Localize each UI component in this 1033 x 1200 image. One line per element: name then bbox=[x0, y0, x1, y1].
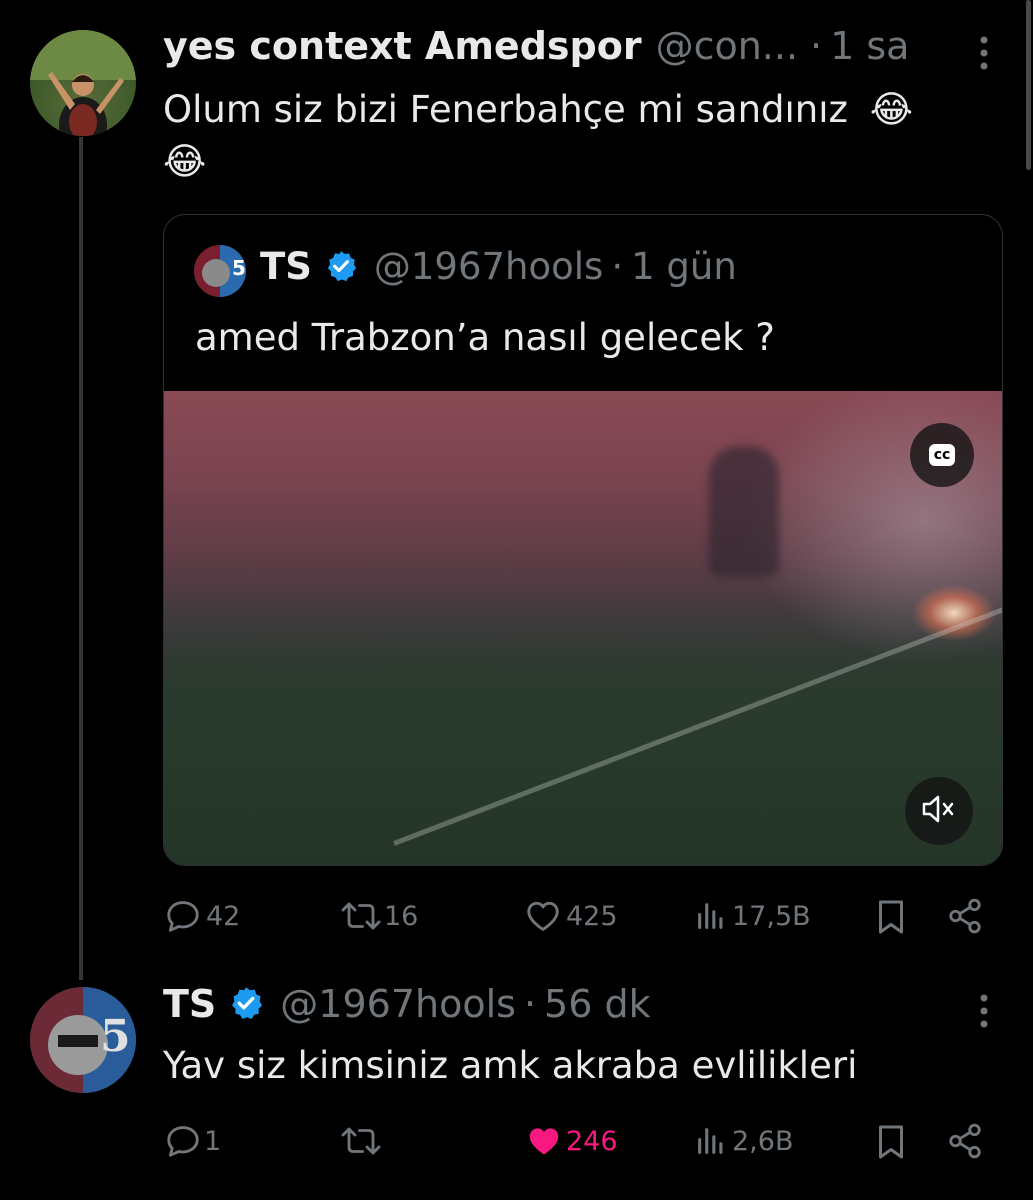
quoted-author-name[interactable]: TS bbox=[260, 245, 312, 288]
views-button[interactable]: 2,6B bbox=[694, 1122, 793, 1160]
closed-captions-button[interactable]: cc bbox=[910, 423, 974, 487]
post-time[interactable]: 1 sa bbox=[830, 24, 909, 68]
views-button[interactable]: 17,5B bbox=[694, 897, 811, 935]
repost-button[interactable] bbox=[340, 1122, 382, 1160]
reply-text: Yav siz kimsiniz amk akraba evlilikleri bbox=[163, 1044, 858, 1087]
bookmark-icon bbox=[873, 1122, 909, 1162]
repost-button[interactable]: 16 bbox=[340, 897, 418, 935]
laughing-emoji-icon: 😂 bbox=[869, 88, 913, 131]
scrollbar-thumb[interactable] bbox=[1026, 0, 1031, 170]
verified-badge-icon bbox=[228, 985, 264, 1021]
quoted-author-handle[interactable]: @1967hools bbox=[374, 245, 603, 288]
post-header: yes context Amedspor @con... · 1 sa bbox=[163, 24, 909, 74]
analytics-bars-icon bbox=[694, 1122, 728, 1160]
like-count: 425 bbox=[566, 900, 618, 932]
share-button[interactable] bbox=[946, 1122, 984, 1160]
avatar[interactable] bbox=[30, 30, 136, 136]
separator: · bbox=[611, 245, 624, 288]
bookmark-icon bbox=[873, 897, 909, 937]
more-vertical-icon[interactable] bbox=[972, 34, 996, 74]
svg-text:5: 5 bbox=[232, 256, 246, 280]
analytics-bars-icon bbox=[694, 897, 728, 935]
bookmark-button[interactable] bbox=[873, 1122, 909, 1162]
thread-connector-line bbox=[79, 137, 83, 980]
like-button[interactable]: 425 bbox=[524, 897, 618, 935]
like-count: 246 bbox=[566, 1125, 618, 1157]
reply-author-handle[interactable]: @1967hools bbox=[280, 982, 516, 1026]
heart-filled-icon bbox=[524, 1122, 564, 1160]
reply-icon bbox=[164, 897, 202, 935]
video-figure bbox=[709, 446, 779, 576]
quoted-post-card[interactable]: 5 TS @1967hools · 1 gün amed Trabzon’a n… bbox=[163, 214, 1003, 866]
reply-count: 42 bbox=[206, 900, 241, 932]
reply-avatar[interactable]: 5 bbox=[30, 987, 136, 1093]
post-text-content: Olum siz bizi Fenerbahçe mi sandınız bbox=[163, 88, 848, 131]
bookmark-button[interactable] bbox=[873, 897, 909, 937]
reply-button[interactable]: 1 bbox=[164, 1122, 221, 1160]
more-vertical-icon[interactable] bbox=[972, 992, 996, 1032]
reply-time[interactable]: 56 dk bbox=[544, 982, 651, 1026]
post-text: Olum siz bizi Fenerbahçe mi sandınız 😂 😂 bbox=[163, 84, 1008, 188]
repost-icon bbox=[340, 897, 382, 935]
reply-author-name[interactable]: TS bbox=[163, 982, 216, 1026]
reply-icon bbox=[164, 1122, 202, 1160]
cc-icon: cc bbox=[928, 444, 956, 466]
quoted-avatar[interactable]: 5 bbox=[194, 245, 246, 297]
repost-count: 16 bbox=[384, 900, 419, 932]
reply-header: TS @1967hools · 56 dk bbox=[163, 981, 651, 1031]
video-player[interactable]: cc bbox=[164, 391, 1002, 865]
share-icon bbox=[946, 1122, 984, 1160]
separator: · bbox=[810, 24, 823, 68]
mute-button[interactable] bbox=[905, 777, 973, 845]
repost-icon bbox=[340, 1122, 382, 1160]
verified-badge-icon bbox=[324, 249, 358, 283]
view-count: 2,6B bbox=[732, 1125, 794, 1157]
svg-text:5: 5 bbox=[100, 1011, 131, 1062]
heart-icon bbox=[524, 897, 562, 935]
reply-count: 1 bbox=[204, 1125, 222, 1157]
laughing-emoji-icon: 😂 bbox=[163, 140, 207, 183]
share-icon bbox=[946, 897, 984, 935]
author-handle[interactable]: @con... bbox=[656, 24, 798, 68]
quoted-post-text: amed Trabzon’a nasıl gelecek ? bbox=[195, 316, 775, 359]
author-name[interactable]: yes context Amedspor bbox=[163, 24, 642, 68]
speaker-muted-icon bbox=[921, 794, 957, 828]
separator: · bbox=[523, 982, 537, 1026]
quoted-post-time[interactable]: 1 gün bbox=[631, 245, 737, 288]
view-count: 17,5B bbox=[732, 900, 811, 932]
quoted-header: TS @1967hools · 1 gün bbox=[260, 245, 737, 295]
reply-button[interactable]: 42 bbox=[164, 897, 240, 935]
like-button[interactable]: 246 bbox=[524, 1122, 618, 1160]
share-button[interactable] bbox=[946, 897, 984, 935]
